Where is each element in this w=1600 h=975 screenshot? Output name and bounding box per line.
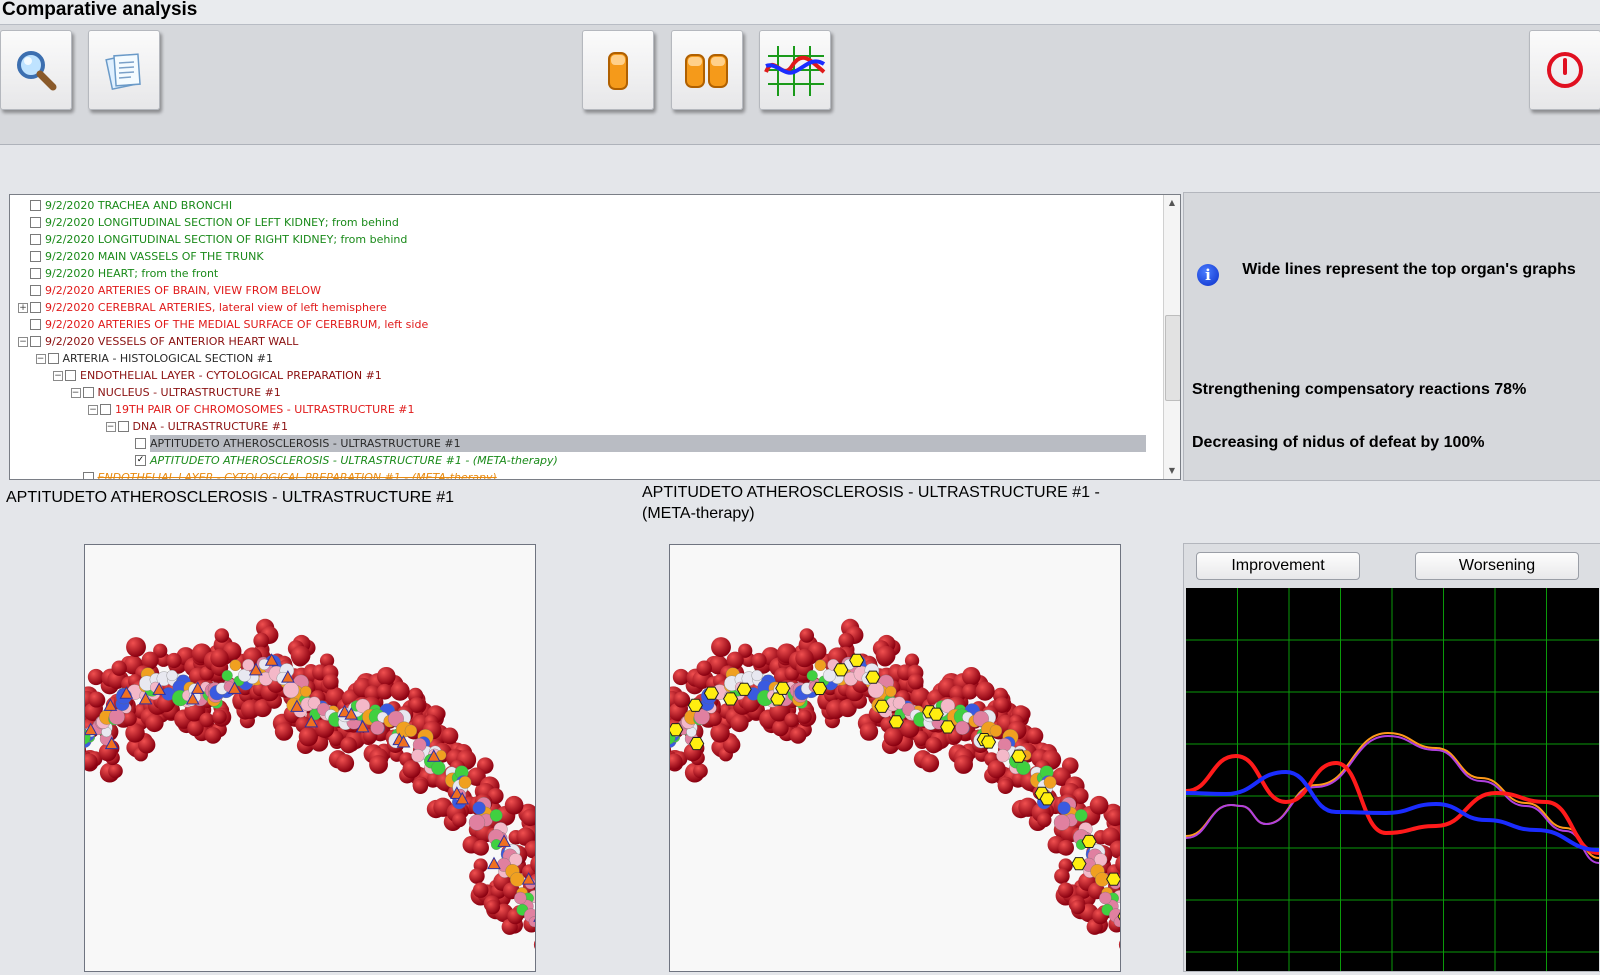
documents-icon [105,53,141,91]
comparison-graph-panel: Improvement Worsening [1183,543,1600,972]
tree-row-label: ENDOTHELIAL LAYER - CYTOLOGICAL PREPARAT… [80,369,382,382]
single-capsule-icon [608,52,628,90]
tree-row[interactable]: − 19TH PAIR OF CHROMOSOMES - ULTRASTRUCTU… [10,401,1162,418]
tree-row-label: 9/2/2020 LONGITUDINAL SECTION OF LEFT KI… [45,216,399,229]
tree-row-label: APTITUDETO ATHEROSCLEROSIS - ULTRASTRUCT… [150,454,558,467]
tree-row[interactable]: ENDOTHELIAL LAYER - CYTOLOGICAL PREPARAT… [10,469,1162,480]
tree-row-checkbox[interactable] [30,285,41,296]
comparison-plot [1184,588,1600,971]
tree-row-checkbox[interactable] [30,319,41,330]
title-bar: Comparative analysis [0,0,1600,25]
double-capsule-icon [685,54,728,88]
tree-scrollbar[interactable]: ▲ ▼ [1163,195,1180,479]
left-image-caption: APTITUDETO ATHEROSCLEROSIS - ULTRASTRUCT… [6,489,455,506]
tree-row-checkbox[interactable]: ✓ [135,455,146,466]
tree-row-label: 9/2/2020 ARTERIES OF BRAIN, VIEW FROM BE… [45,284,321,297]
info-icon: i [1197,264,1219,286]
tree-row[interactable]: ✓ APTITUDETO ATHEROSCLEROSIS - ULTRASTRUC… [10,452,1162,469]
tree-row-label: DNA - ULTRASTRUCTURE #1 [132,420,288,433]
scroll-up-arrow-icon[interactable]: ▲ [1164,195,1180,211]
tree-row-checkbox[interactable] [82,472,94,479]
expand-icon[interactable]: + [18,303,28,313]
graph-icon [764,46,826,96]
tree-row-checkbox[interactable] [30,268,41,279]
tree-row-label: ARTERIA - HISTOLOGICAL SECTION #1 [62,352,273,365]
tree-row[interactable]: 9/2/2020 LONGITUDINAL SECTION OF RIGHT K… [10,231,1162,248]
collapse-icon[interactable]: − [88,405,98,415]
tree-row-label: 9/2/2020 MAIN VASSELS OF THE TRUNK [45,250,264,263]
tree-row[interactable]: − ENDOTHELIAL LAYER - CYTOLOGICAL PREPARA… [10,367,1162,384]
tree-row[interactable]: 9/2/2020 ARTERIES OF THE MEDIAL SURFACE … [10,316,1162,333]
nidus-defeat-stat: Decreasing of nidus of defeat by 100% [1192,434,1485,451]
dna-structure-image [85,618,535,949]
right-structure-view[interactable] [669,544,1121,972]
tree-row-label: NUCLEUS - ULTRASTRUCTURE #1 [97,386,281,399]
tree-row-label: 9/2/2020 HEART; from the front [45,267,219,280]
right-image-caption: APTITUDETO ATHEROSCLEROSIS - ULTRASTRUCT… [642,484,1100,522]
collapse-icon[interactable]: − [18,337,28,347]
dual-view-button[interactable] [671,30,743,110]
improvement-button[interactable]: Improvement [1196,552,1360,580]
collapse-icon[interactable]: − [53,371,63,381]
tree-row-label: 19TH PAIR OF CHROMOSOMES - ULTRASTRUCTUR… [115,403,415,416]
tree-row-label: 9/2/2020 CEREBRAL ARTERIES, lateral view… [45,301,387,314]
power-button[interactable] [1529,30,1600,110]
dna-structure-therapy-image [670,618,1120,949]
single-view-button[interactable] [582,30,654,110]
tree-row-label: 9/2/2020 LONGITUDINAL SECTION OF RIGHT K… [45,233,408,246]
tree-row-checkbox[interactable] [30,336,41,347]
scroll-thumb[interactable] [1165,315,1180,401]
tree-row-checkbox[interactable] [82,387,94,398]
tree-row-checkbox[interactable] [65,370,76,381]
comparison-plot-svg [1184,588,1600,971]
tree-row-label: 9/2/2020 ARTERIES OF THE MEDIAL SURFACE … [45,318,429,331]
window-title: Comparative analysis [2,0,198,20]
tree-row-checkbox[interactable] [47,353,59,364]
tree-row[interactable]: APTITUDETO ATHEROSCLEROSIS - ULTRASTRUCT… [10,435,1162,452]
tree-row-label: APTITUDETO ATHEROSCLEROSIS - ULTRASTRUCT… [150,435,1146,452]
tree-row-checkbox[interactable] [117,421,129,432]
graph-view-button[interactable] [759,30,831,110]
report-button[interactable] [88,30,160,110]
tree-row[interactable]: 9/2/2020 MAIN VASSELS OF THE TRUNK [10,248,1162,265]
search-button[interactable] [0,30,72,110]
tree-row-checkbox[interactable] [30,302,41,313]
tree-row-checkbox[interactable] [30,234,41,245]
tree-row[interactable]: − 9/2/2020 VESSELS OF ANTERIOR HEART WALL [10,333,1162,350]
tree-row-checkbox[interactable] [135,438,146,449]
tree-row[interactable]: − DNA - ULTRASTRUCTURE #1 [10,418,1162,435]
tree-row[interactable]: 9/2/2020 ARTERIES OF BRAIN, VIEW FROM BE… [10,282,1162,299]
collapse-icon[interactable]: − [35,354,46,364]
organ-tree[interactable]: 9/2/2020 TRACHEA AND BRONCHI 9/2/2020 LON… [9,194,1181,480]
scroll-down-arrow-icon[interactable]: ▼ [1164,463,1180,479]
worsening-button[interactable]: Worsening [1415,552,1579,580]
tree-row[interactable]: 9/2/2020 HEART; from the front [10,265,1162,282]
tree-rows: 9/2/2020 TRACHEA AND BRONCHI 9/2/2020 LON… [10,197,1162,480]
tree-row[interactable]: − ARTERIA - HISTOLOGICAL SECTION #1 [10,350,1162,367]
tree-row-checkbox[interactable] [30,217,41,228]
tree-row-checkbox[interactable] [100,404,111,415]
toolbar [0,25,1600,145]
tree-row-checkbox[interactable] [30,251,41,262]
tree-row-label: ENDOTHELIAL LAYER - CYTOLOGICAL PREPARAT… [97,471,497,480]
collapse-icon[interactable]: − [105,422,116,432]
info-panel: i Wide lines represent the top organ's g… [1183,192,1600,481]
info-message: Wide lines represent the top organ's gra… [1242,261,1576,278]
tree-row[interactable]: +9/2/2020 CEREBRAL ARTERIES, lateral vie… [10,299,1162,316]
power-icon [1547,52,1583,88]
collapse-icon[interactable]: − [70,388,81,398]
tree-row-label: 9/2/2020 TRACHEA AND BRONCHI [45,199,233,212]
tree-row-checkbox[interactable] [30,200,41,211]
tree-row-label: 9/2/2020 VESSELS OF ANTERIOR HEART WALL [45,335,299,348]
tree-row[interactable]: 9/2/2020 LONGITUDINAL SECTION OF LEFT KI… [10,214,1162,231]
tree-row[interactable]: − NUCLEUS - ULTRASTRUCTURE #1 [10,384,1162,401]
left-structure-view[interactable] [84,544,536,972]
tree-row[interactable]: 9/2/2020 TRACHEA AND BRONCHI [10,197,1162,214]
magnifier-icon [17,51,57,91]
compensatory-reactions-stat: Strengthening compensatory reactions 78% [1192,381,1527,398]
